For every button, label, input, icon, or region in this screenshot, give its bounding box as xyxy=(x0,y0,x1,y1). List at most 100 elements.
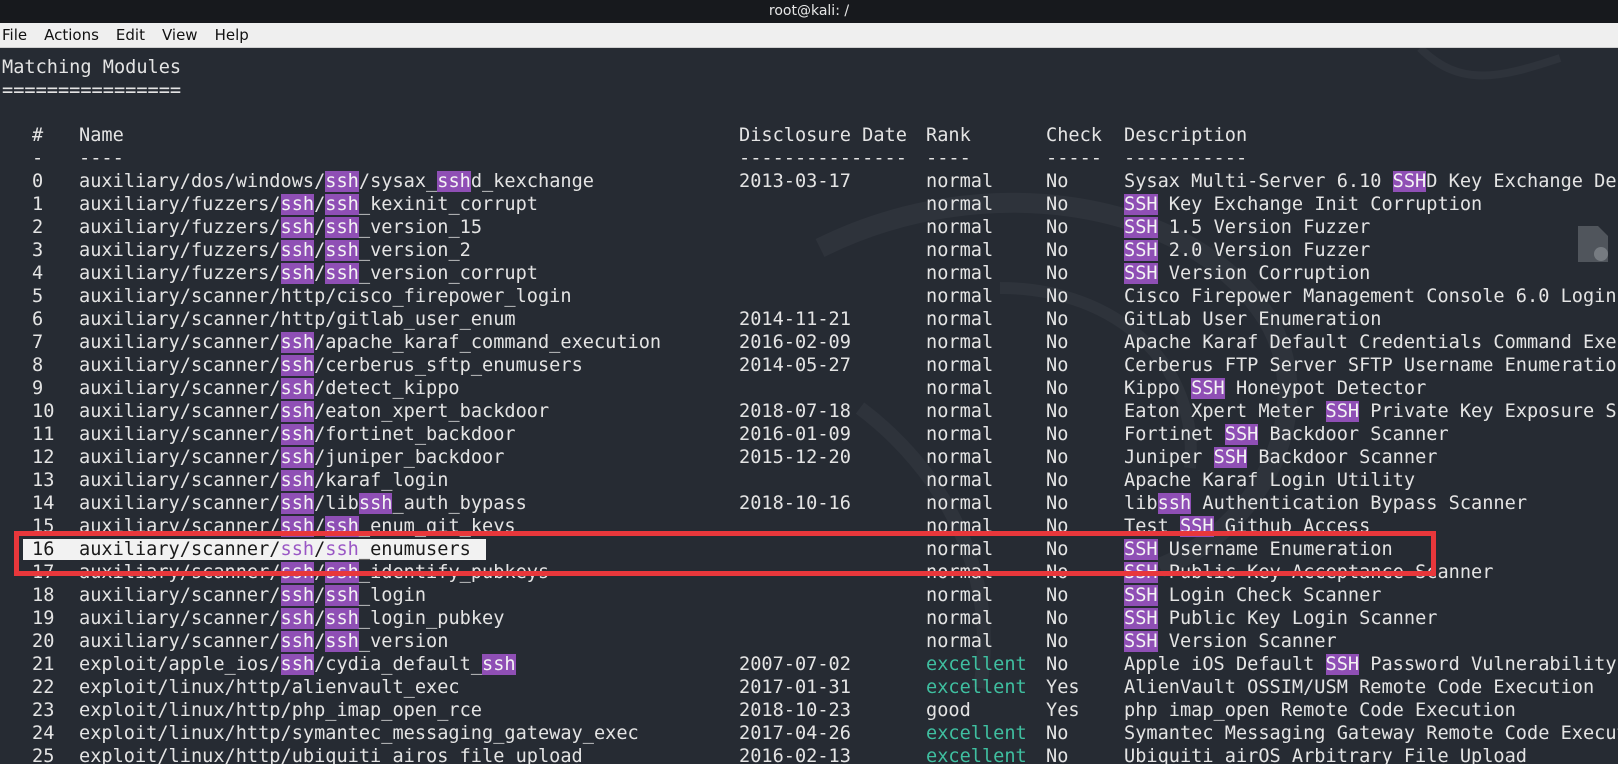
module-rank: normal xyxy=(926,401,994,422)
module-number: 24 xyxy=(32,723,55,744)
table-row[interactable]: 5 auxiliary/scanner/http/cisco_firepower_… xyxy=(0,285,1618,308)
module-number: 25 xyxy=(32,746,55,764)
table-row[interactable]: 12 auxiliary/scanner/ssh/juniper_backdoor… xyxy=(0,446,1618,469)
module-check: Yes xyxy=(1046,700,1080,721)
module-description: SSH 2.0 Version Fuzzer xyxy=(1124,240,1371,261)
search-match-highlight: ssh xyxy=(280,378,315,399)
module-rank: normal xyxy=(926,309,994,330)
module-name: auxiliary/scanner/ssh/ssh_enum_git_keys xyxy=(79,516,516,537)
module-rank: excellent xyxy=(926,677,1027,698)
module-rank: normal xyxy=(926,194,994,215)
table-row[interactable]: 11 auxiliary/scanner/ssh/fortinet_backdoo… xyxy=(0,423,1618,446)
module-description: Cerberus FTP Server SFTP Username Enumer… xyxy=(1124,355,1618,376)
menu-edit[interactable]: Edit xyxy=(116,23,145,47)
module-check: No xyxy=(1046,470,1069,491)
module-description: Kippo SSH Honeypot Detector xyxy=(1124,378,1427,399)
module-check: No xyxy=(1046,171,1069,192)
search-match-highlight: ssh xyxy=(325,539,359,560)
module-description: Juniper SSH Backdoor Scanner xyxy=(1124,447,1438,468)
module-name: auxiliary/scanner/ssh/libssh_auth_bypass xyxy=(79,493,527,514)
table-row[interactable]: 9 auxiliary/scanner/ssh/detect_kippo norma… xyxy=(0,377,1618,400)
menu-view[interactable]: View xyxy=(162,23,198,47)
table-row[interactable]: 24 exploit/linux/http/symantec_messaging_… xyxy=(0,722,1618,745)
module-check: No xyxy=(1046,401,1069,422)
module-name: auxiliary/fuzzers/ssh/ssh_version_corrup… xyxy=(79,263,539,284)
module-rank: normal xyxy=(926,539,994,560)
table-row[interactable]: 14 auxiliary/scanner/ssh/libssh_auth_bypa… xyxy=(0,492,1618,515)
search-match-highlight: ssh xyxy=(280,332,315,353)
module-rank: normal xyxy=(926,493,994,514)
module-description: AlienVault OSSIM/USM Remote Code Executi… xyxy=(1124,677,1595,698)
search-match-highlight: ssh xyxy=(325,263,359,284)
module-number: 18 xyxy=(32,585,55,606)
search-match-highlight: SSH xyxy=(1124,263,1158,284)
module-rank: excellent xyxy=(926,723,1027,744)
module-rank: normal xyxy=(926,332,994,353)
module-description: SSH Public Key Login Scanner xyxy=(1124,608,1438,629)
module-number: 0 xyxy=(32,171,44,192)
module-description: SSH Version Corruption xyxy=(1124,263,1371,284)
module-name: auxiliary/scanner/http/cisco_firepower_l… xyxy=(79,286,572,307)
search-match-highlight: ssh xyxy=(280,539,315,560)
module-number: 15 xyxy=(32,516,55,537)
module-description: php imap_open Remote Code Execution xyxy=(1124,700,1516,721)
module-name: exploit/linux/http/alienvault_exec xyxy=(79,677,460,698)
disclosure-date: 2014-11-21 xyxy=(739,309,851,330)
search-match-highlight: SSH xyxy=(1224,424,1259,445)
module-check: No xyxy=(1046,424,1069,445)
table-row[interactable]: 21 exploit/apple_ios/ssh/cydia_default_ss… xyxy=(0,653,1618,676)
dash-date: --------------- xyxy=(739,148,907,169)
table-row[interactable]: 22 exploit/linux/http/alienvault_exec 2017… xyxy=(0,676,1618,699)
table-row[interactable]: 23 exploit/linux/http/php_imap_open_rce 20… xyxy=(0,699,1618,722)
table-row[interactable]: 7 auxiliary/scanner/ssh/apache_karaf_comm… xyxy=(0,331,1618,354)
table-row[interactable]: 4 auxiliary/fuzzers/ssh/ssh_version_corru… xyxy=(0,262,1618,285)
module-number: 6 xyxy=(32,309,44,330)
table-row[interactable]: 25 exploit/linux/http/ubiquiti_airos_file… xyxy=(0,745,1618,764)
module-number: 8 xyxy=(32,355,44,376)
table-row[interactable]: 2 auxiliary/fuzzers/ssh/ssh_version_15 nor… xyxy=(0,216,1618,239)
disclosure-date: 2013-03-17 xyxy=(739,171,851,192)
disclosure-date: 2016-01-09 xyxy=(739,424,851,445)
table-row[interactable]: 16 auxiliary/scanner/ssh/ssh_enumusers nor… xyxy=(0,538,1618,561)
module-number: 23 xyxy=(32,700,55,721)
table-row[interactable]: 8 auxiliary/scanner/ssh/cerberus_sftp_enu… xyxy=(0,354,1618,377)
menu-file[interactable]: File xyxy=(2,23,27,47)
module-number: 4 xyxy=(32,263,44,284)
module-description: Sysax Multi-Server 6.10 SSHD Key Exchang… xyxy=(1124,171,1618,192)
module-name: auxiliary/fuzzers/ssh/ssh_kexinit_corrup… xyxy=(79,194,539,215)
module-description: Apache Karaf Login Utility xyxy=(1124,470,1416,491)
search-match-highlight: SSH xyxy=(1325,401,1360,422)
module-rank: normal xyxy=(926,286,994,307)
module-name: exploit/linux/http/symantec_messaging_ga… xyxy=(79,723,639,744)
table-row[interactable]: 13 auxiliary/scanner/ssh/karaf_login norma… xyxy=(0,469,1618,492)
table-row[interactable]: 20 auxiliary/scanner/ssh/ssh_version norma… xyxy=(0,630,1618,653)
module-number: 21 xyxy=(32,654,55,675)
module-check: No xyxy=(1046,539,1069,560)
module-description: SSH Username Enumeration xyxy=(1124,539,1393,560)
module-name: auxiliary/scanner/ssh/cerberus_sftp_enum… xyxy=(79,355,583,376)
table-row[interactable]: 0 auxiliary/dos/windows/ssh/sysax_sshd_ke… xyxy=(0,170,1618,193)
search-match-highlight: ssh xyxy=(280,217,315,238)
header-num: # xyxy=(32,125,44,146)
window-title: root@kali: / xyxy=(768,3,850,19)
disclosure-date: 2018-10-16 xyxy=(739,493,851,514)
table-row[interactable]: 19 auxiliary/scanner/ssh/ssh_login_pubkey… xyxy=(0,607,1618,630)
menu-actions[interactable]: Actions xyxy=(44,23,99,47)
table-row[interactable]: 3 auxiliary/fuzzers/ssh/ssh_version_2 norm… xyxy=(0,239,1618,262)
table-row[interactable]: 6 auxiliary/scanner/http/gitlab_user_enum… xyxy=(0,308,1618,331)
search-match-highlight: SSH xyxy=(1124,562,1158,583)
module-check: No xyxy=(1046,746,1069,764)
table-row[interactable]: 18 auxiliary/scanner/ssh/ssh_login normal N… xyxy=(0,584,1618,607)
table-row[interactable]: 10 auxiliary/scanner/ssh/eaton_xpert_back… xyxy=(0,400,1618,423)
search-match-highlight: ssh xyxy=(280,424,315,445)
table-row[interactable]: 15 auxiliary/scanner/ssh/ssh_enum_git_key… xyxy=(0,515,1618,538)
terminal-area[interactable]: Matching Modules ================ # Name… xyxy=(0,48,1618,764)
table-row[interactable]: 1 auxiliary/fuzzers/ssh/ssh_kexinit_corru… xyxy=(0,193,1618,216)
disclosure-date: 2016-02-09 xyxy=(739,332,851,353)
module-description: Apache Karaf Default Credentials Command… xyxy=(1124,332,1618,353)
menu-help[interactable]: Help xyxy=(215,23,249,47)
search-match-highlight: ssh xyxy=(280,493,315,514)
module-name: auxiliary/scanner/ssh/ssh_identify_pubke… xyxy=(79,562,550,583)
search-match-highlight: ssh xyxy=(325,194,359,215)
table-row[interactable]: 17 auxiliary/scanner/ssh/ssh_identify_pub… xyxy=(0,561,1618,584)
